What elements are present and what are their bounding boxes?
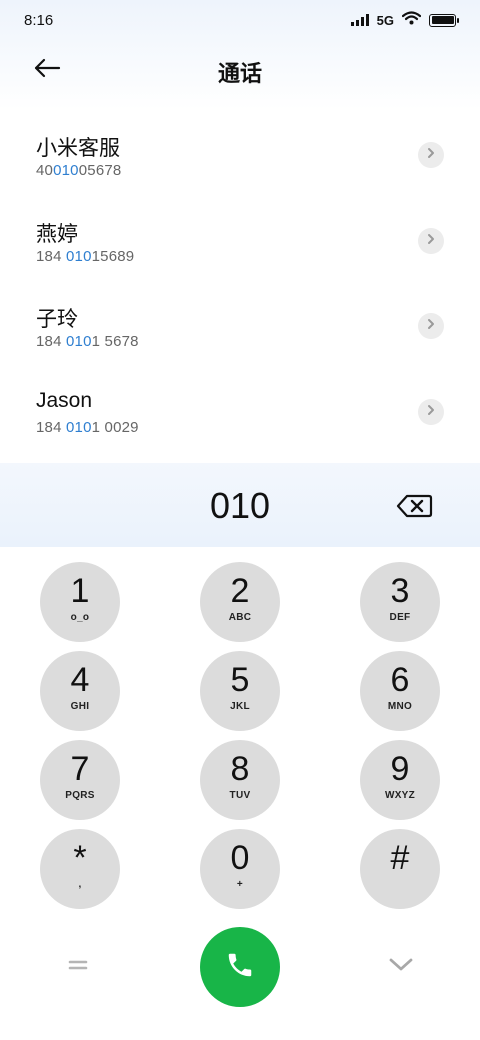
contact-detail-button[interactable]	[418, 227, 444, 254]
key-7[interactable]: 7 PQRS	[40, 740, 120, 820]
signal-icon	[350, 14, 369, 26]
status-icons: 5G	[350, 10, 459, 30]
key-digit: 4	[70, 661, 90, 699]
key-digit: 7	[70, 750, 90, 788]
contact-row[interactable]: Jason 184 0101 0029	[0, 369, 480, 455]
key-letters: o_o	[70, 612, 90, 623]
key-digit: 8	[230, 750, 250, 788]
key-2[interactable]: 2 ABC	[200, 562, 280, 642]
phone-icon	[225, 950, 255, 985]
key-digit: *	[73, 839, 87, 877]
key-digit: 6	[390, 661, 410, 699]
key-letters: MNO	[387, 701, 413, 712]
key-letters: ABC	[228, 612, 252, 623]
contact-row[interactable]: 子玲 184 0101 5678	[0, 283, 480, 369]
key-6[interactable]: 6 MNO	[360, 651, 440, 731]
contact-name: 小米客服	[36, 137, 120, 160]
delete-button[interactable]	[396, 493, 434, 519]
contact-name: Jason	[36, 388, 93, 412]
key-8[interactable]: 8 TUV	[200, 740, 280, 820]
status-time: 8:16	[24, 11, 54, 29]
call-button[interactable]	[200, 927, 280, 1007]
key-4[interactable]: 4 GHI	[40, 651, 120, 731]
status-bar: 8:16 5G	[0, 0, 480, 40]
key-letters: ,	[78, 879, 82, 890]
chevron-right-icon	[426, 146, 436, 164]
key-letters: WXYZ	[384, 790, 416, 801]
key-9[interactable]: 9 WXYZ	[360, 740, 440, 820]
chevron-right-icon	[426, 317, 436, 335]
wifi-icon	[401, 10, 422, 30]
contact-row[interactable]: 小米客服 4001005678	[0, 112, 480, 198]
key-letters: TUV	[229, 790, 251, 801]
battery-icon	[429, 13, 459, 27]
contact-list: 小米客服 4001005678 燕婷 184 01015689 子玲 184 0…	[0, 112, 480, 454]
key-digit: 3	[390, 572, 410, 610]
key-digit: 2	[230, 572, 250, 610]
header: 通话	[0, 40, 480, 100]
chevron-right-icon	[426, 232, 436, 250]
network-label: 5G	[376, 12, 394, 28]
key-hash[interactable]: #	[360, 829, 440, 909]
key-star[interactable]: * ,	[40, 829, 120, 909]
key-letters: DEF	[389, 612, 411, 623]
key-5[interactable]: 5 JKL	[200, 651, 280, 731]
key-1[interactable]: 1 o_o	[40, 562, 120, 642]
key-letters: +	[236, 879, 244, 890]
contact-number: 4001005678	[36, 162, 122, 179]
key-digit: 1	[70, 572, 90, 610]
contact-detail-button[interactable]	[418, 398, 444, 425]
chevron-right-icon	[426, 403, 436, 421]
collapse-keypad-button[interactable]	[382, 953, 420, 981]
key-letters: JKL	[230, 701, 250, 712]
menu-icon	[68, 958, 88, 977]
contact-name: 子玲	[36, 308, 78, 331]
backspace-icon	[396, 494, 434, 523]
contact-detail-button[interactable]	[418, 142, 444, 168]
contact-detail-button[interactable]	[418, 313, 444, 339]
contact-name: 燕婷	[36, 222, 78, 246]
contact-number: 184 0101 0029	[36, 418, 139, 436]
key-digit: 9	[390, 750, 410, 788]
dial-input-area: 010	[0, 463, 480, 547]
contact-number: 184 01015689	[36, 247, 135, 265]
key-letters: PQRS	[65, 790, 95, 801]
contact-row[interactable]: 燕婷 184 01015689	[0, 198, 480, 284]
chevron-down-icon	[389, 958, 413, 977]
key-digit: 0	[230, 839, 250, 877]
key-digit: 5	[230, 661, 250, 699]
contact-number: 184 0101 5678	[36, 333, 139, 350]
key-letters: GHI	[70, 701, 90, 712]
page-title: 通话	[217, 61, 262, 86]
bottom-bar	[0, 927, 480, 1007]
key-digit: #	[390, 839, 410, 877]
key-3[interactable]: 3 DEF	[360, 562, 440, 642]
menu-button[interactable]	[60, 953, 96, 981]
key-0[interactable]: 0 +	[200, 829, 280, 909]
